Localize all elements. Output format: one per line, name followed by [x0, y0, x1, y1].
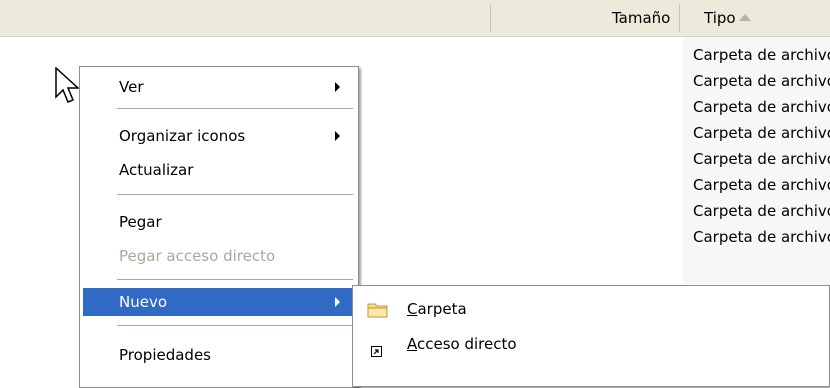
- menu-item-nuevo[interactable]: Nuevo: [83, 288, 354, 316]
- menu-item-label: Pegar acceso directo: [119, 247, 276, 265]
- menu-separator: [117, 325, 353, 326]
- menu-item-propiedades[interactable]: Propiedades: [83, 341, 354, 369]
- column-header: Tamaño Tipo: [0, 0, 830, 37]
- menu-item-actualizar[interactable]: Actualizar: [83, 156, 354, 184]
- menu-item-label: Ver: [119, 78, 144, 96]
- shortcut-icon: [371, 339, 383, 367]
- menu-item-label: Actualizar: [119, 161, 194, 179]
- column-header-size[interactable]: Tamaño: [612, 9, 670, 27]
- menu-item-pegar-acceso-directo: Pegar acceso directo: [83, 242, 354, 270]
- menu-separator: [117, 108, 353, 109]
- type-cell: Carpeta de archivos: [693, 176, 830, 194]
- mouse-cursor-icon: [55, 66, 81, 111]
- submenu-item-label: cceso directo: [417, 335, 517, 353]
- submenu-arrow-icon: [335, 131, 340, 141]
- submenu-item-label: arpeta: [417, 300, 467, 318]
- menu-item-label: Pegar: [119, 213, 162, 231]
- type-cell: Carpeta de archivos: [693, 124, 830, 142]
- menu-item-label: Nuevo: [119, 293, 168, 311]
- submenu-nuevo: Carpeta Acceso directo: [352, 285, 830, 387]
- type-cell: Carpeta de archivos: [693, 46, 830, 64]
- context-menu: Ver Organizar iconos Actualizar Pegar Pe…: [79, 66, 359, 388]
- menu-item-organizar-iconos[interactable]: Organizar iconos: [83, 122, 354, 150]
- submenu-item-carpeta[interactable]: Carpeta: [355, 295, 825, 323]
- column-divider[interactable]: [490, 4, 491, 32]
- sort-ascending-icon: [739, 14, 751, 21]
- submenu-arrow-icon: [335, 82, 340, 92]
- type-cell: Carpeta de archivos: [693, 202, 830, 220]
- menu-separator: [117, 194, 353, 195]
- menu-item-label: Organizar iconos: [119, 127, 246, 145]
- folder-icon: [367, 300, 389, 328]
- submenu-item-acceso-directo[interactable]: Acceso directo: [355, 330, 825, 358]
- column-divider[interactable]: [679, 4, 680, 32]
- menu-item-label: Propiedades: [119, 346, 211, 364]
- accelerator-key: C: [407, 300, 418, 318]
- type-cell: Carpeta de archivos: [693, 72, 830, 90]
- menu-item-ver[interactable]: Ver: [83, 73, 354, 101]
- accelerator-key: A: [407, 335, 417, 353]
- type-cell: Carpeta de archivos: [693, 98, 830, 116]
- menu-separator: [117, 279, 353, 280]
- type-cell: Carpeta de archivos: [693, 150, 830, 168]
- menu-item-pegar[interactable]: Pegar: [83, 208, 354, 236]
- type-cell: Carpeta de archivos: [693, 228, 830, 246]
- submenu-arrow-icon: [335, 297, 340, 307]
- column-header-type[interactable]: Tipo: [704, 9, 736, 27]
